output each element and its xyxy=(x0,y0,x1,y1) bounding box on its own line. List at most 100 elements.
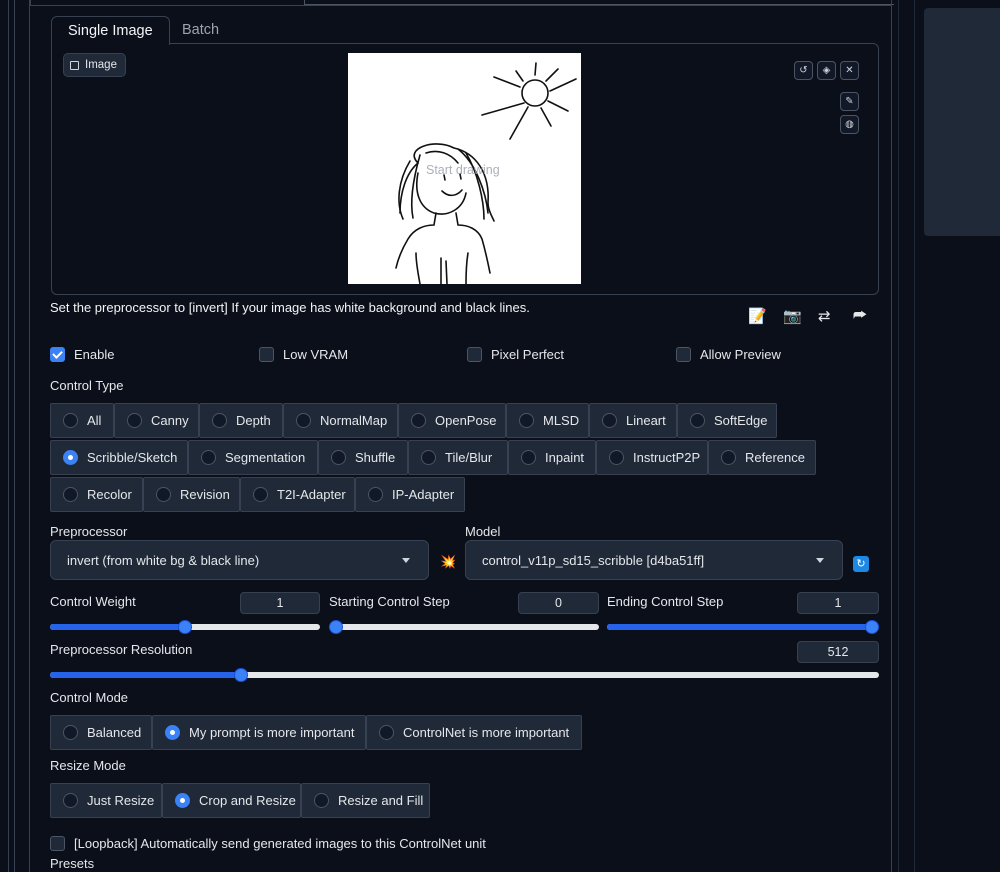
loopback-checkbox[interactable]: [Loopback] Automatically send generated … xyxy=(50,836,486,851)
enable-checkbox[interactable]: Enable xyxy=(50,347,114,362)
swap-icon[interactable]: ⇄ xyxy=(818,307,831,325)
refresh-models-button[interactable]: ↻ xyxy=(853,556,869,572)
model-select[interactable]: control_v11p_sd15_scribble [d4ba51ff] xyxy=(465,540,843,580)
pixel-perfect-checkbox[interactable]: Pixel Perfect xyxy=(467,347,564,362)
slider-thumb[interactable] xyxy=(329,620,343,634)
control-type-softedge[interactable]: SoftEdge xyxy=(677,403,777,438)
checkbox-unchecked[interactable] xyxy=(467,347,482,362)
radio-dot[interactable] xyxy=(296,413,311,428)
preprocessor-resolution-label: Preprocessor Resolution xyxy=(50,642,193,657)
radio-dot[interactable] xyxy=(212,413,227,428)
resize-mode-crop-and-resize[interactable]: Crop and Resize xyxy=(162,783,301,818)
image-label-text: Image xyxy=(85,59,117,71)
control-weight-slider[interactable] xyxy=(50,620,320,634)
preprocessor-label: Preprocessor xyxy=(50,524,128,539)
control-mode-label: My prompt is more important xyxy=(189,725,355,740)
radio-dot[interactable] xyxy=(521,450,536,465)
control-type-reference[interactable]: Reference xyxy=(708,440,816,475)
control-type-shuffle[interactable]: Shuffle xyxy=(318,440,408,475)
control-type-normalmap[interactable]: NormalMap xyxy=(283,403,398,438)
control-type-canny[interactable]: Canny xyxy=(114,403,199,438)
control-type-lineart[interactable]: Lineart xyxy=(589,403,677,438)
radio-dot[interactable] xyxy=(63,413,78,428)
send-icon[interactable]: ⮫ xyxy=(853,307,867,324)
slider-fill xyxy=(607,624,879,630)
control-type-tile-blur[interactable]: Tile/Blur xyxy=(408,440,508,475)
checkbox-unchecked[interactable] xyxy=(50,836,65,851)
radio-dot[interactable] xyxy=(63,725,78,740)
chevron-down-icon xyxy=(402,558,410,563)
preprocessor-select[interactable]: invert (from white bg & black line) xyxy=(50,540,429,580)
preprocessor-resolution-input[interactable]: 512 xyxy=(797,641,879,663)
ending-step-slider[interactable] xyxy=(607,620,879,634)
radio-dot[interactable] xyxy=(602,413,617,428)
radio-dot[interactable] xyxy=(519,413,534,428)
control-type-revision[interactable]: Revision xyxy=(143,477,240,512)
checkbox-unchecked[interactable] xyxy=(676,347,691,362)
undo-button[interactable]: ↺ xyxy=(794,61,813,80)
radio-dot[interactable] xyxy=(690,413,705,428)
radio-dot[interactable] xyxy=(63,487,78,502)
explosion-icon: 💥 xyxy=(440,554,457,569)
control-weight-input[interactable]: 1 xyxy=(240,592,320,614)
control-type-all[interactable]: All xyxy=(50,403,114,438)
resize-mode-just-resize[interactable]: Just Resize xyxy=(50,783,162,818)
edit-icon[interactable]: 📝 xyxy=(748,307,767,325)
clear-button[interactable]: ◈ xyxy=(817,61,836,80)
radio-dot[interactable] xyxy=(63,793,78,808)
run-preprocessor-button[interactable]: 💥 xyxy=(440,554,456,570)
tab-single-image[interactable]: Single Image xyxy=(51,16,170,45)
radio-dot[interactable] xyxy=(253,487,268,502)
control-type-t2i-adapter[interactable]: T2I-Adapter xyxy=(240,477,355,512)
radio-dot[interactable] xyxy=(314,793,329,808)
radio-dot[interactable] xyxy=(331,450,346,465)
resize-mode-resize-and-fill[interactable]: Resize and Fill xyxy=(301,783,430,818)
control-type-instructp2p[interactable]: InstructP2P xyxy=(596,440,708,475)
control-mode-my-prompt-is-more-important[interactable]: My prompt is more important xyxy=(152,715,366,750)
color-button[interactable]: ◍ xyxy=(840,115,859,134)
control-type-recolor[interactable]: Recolor xyxy=(50,477,143,512)
control-type-label: MLSD xyxy=(543,413,580,428)
close-button[interactable]: ✕ xyxy=(840,61,859,80)
radio-dot[interactable] xyxy=(421,450,436,465)
radio-dot[interactable] xyxy=(165,725,180,740)
control-type-openpose[interactable]: OpenPose xyxy=(398,403,506,438)
preprocessor-resolution-slider[interactable] xyxy=(50,668,879,682)
tab-batch[interactable]: Batch xyxy=(166,16,235,44)
allow-preview-checkbox[interactable]: Allow Preview xyxy=(676,347,781,362)
image-icon xyxy=(70,60,79,70)
starting-step-slider[interactable] xyxy=(329,620,599,634)
starting-step-input[interactable]: 0 xyxy=(518,592,599,614)
radio-dot[interactable] xyxy=(368,487,383,502)
radio-dot[interactable] xyxy=(609,450,624,465)
radio-dot[interactable] xyxy=(63,450,78,465)
radio-dot[interactable] xyxy=(201,450,216,465)
checkbox-unchecked[interactable] xyxy=(259,347,274,362)
radio-dot[interactable] xyxy=(411,413,426,428)
brush-button[interactable]: ✎ xyxy=(840,92,859,111)
control-type-depth[interactable]: Depth xyxy=(199,403,283,438)
control-type-mlsd[interactable]: MLSD xyxy=(506,403,589,438)
control-type-scribble-sketch[interactable]: Scribble/Sketch xyxy=(50,440,188,475)
control-type-label: Lineart xyxy=(626,413,666,428)
camera-icon[interactable]: 📷 xyxy=(783,307,802,325)
radio-dot[interactable] xyxy=(379,725,394,740)
control-type-ip-adapter[interactable]: IP-Adapter xyxy=(355,477,465,512)
radio-dot[interactable] xyxy=(127,413,142,428)
radio-dot[interactable] xyxy=(156,487,171,502)
slider-thumb[interactable] xyxy=(178,620,192,634)
radio-dot[interactable] xyxy=(721,450,736,465)
slider-thumb[interactable] xyxy=(233,668,248,682)
starting-step-label: Starting Control Step xyxy=(329,594,450,609)
control-mode-balanced[interactable]: Balanced xyxy=(50,715,152,750)
right-panel xyxy=(924,8,1000,236)
control-mode-label: ControlNet is more important xyxy=(403,725,570,740)
control-type-segmentation[interactable]: Segmentation xyxy=(188,440,318,475)
radio-dot[interactable] xyxy=(175,793,190,808)
ending-step-input[interactable]: 1 xyxy=(797,592,879,614)
low-vram-checkbox[interactable]: Low VRAM xyxy=(259,347,348,362)
slider-thumb[interactable] xyxy=(865,620,879,634)
control-type-inpaint[interactable]: Inpaint xyxy=(508,440,596,475)
checkbox-checked[interactable] xyxy=(50,347,65,362)
control-mode-controlnet-is-more-important[interactable]: ControlNet is more important xyxy=(366,715,582,750)
